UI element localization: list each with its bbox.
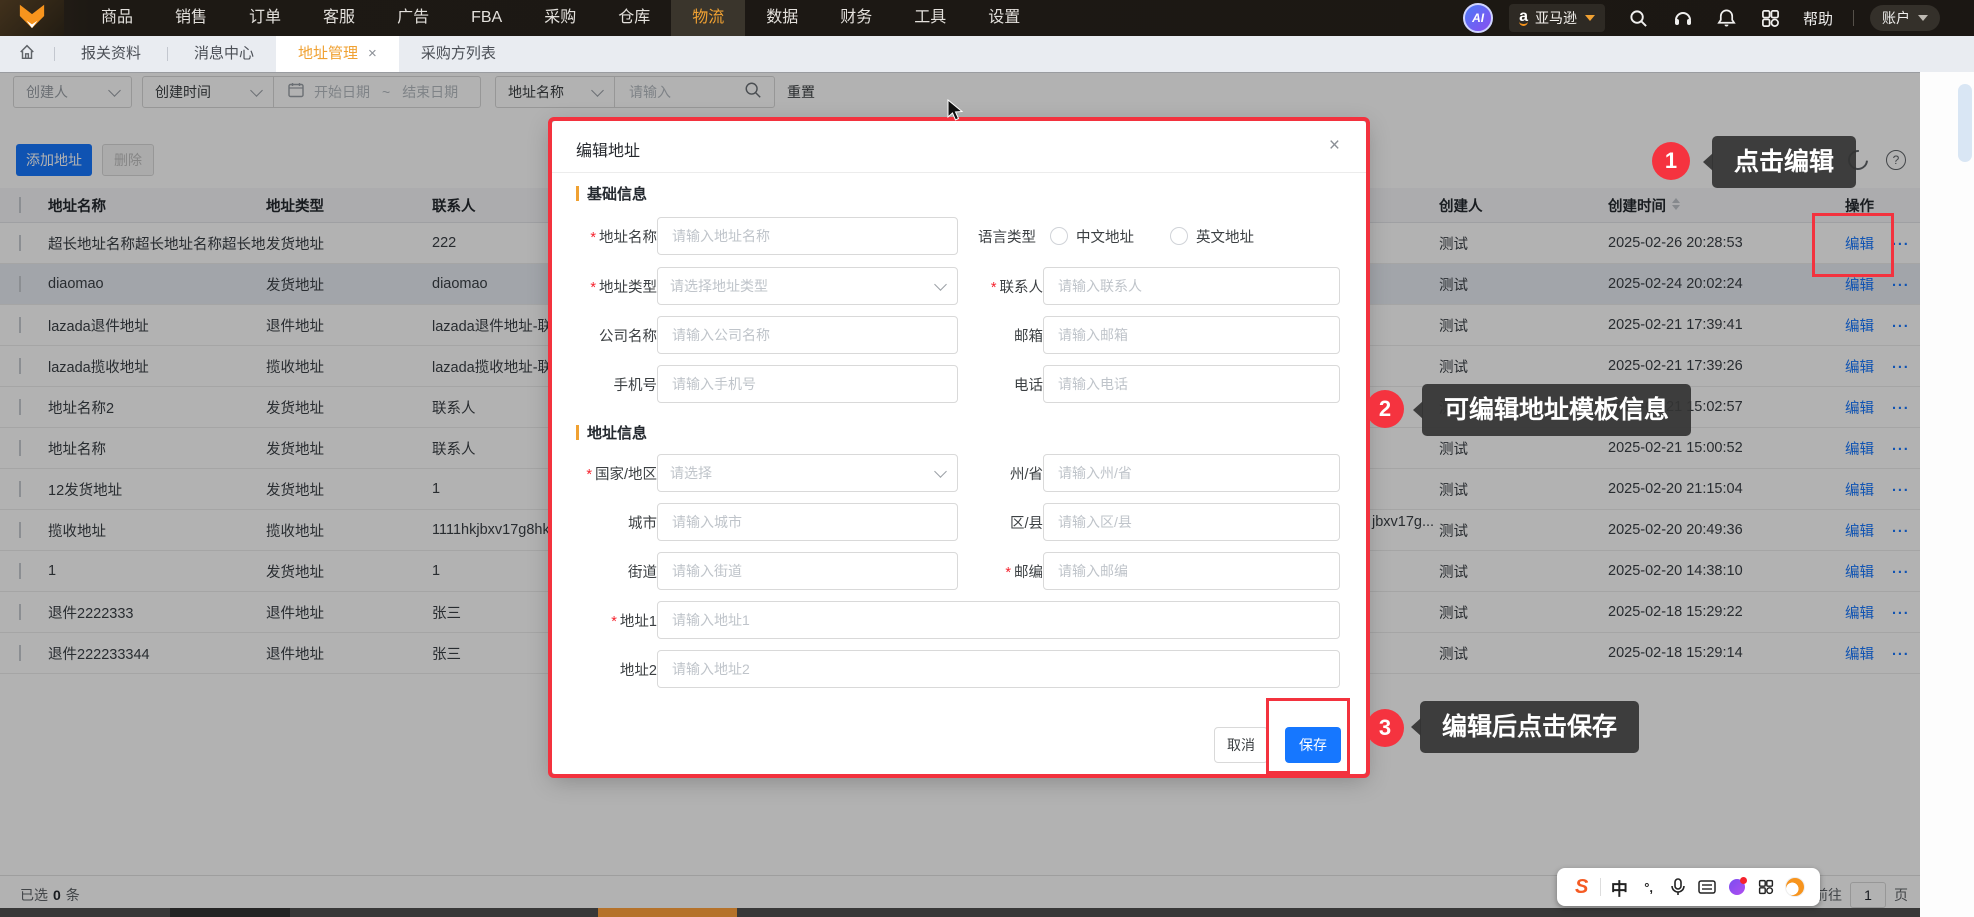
nav-item[interactable]: 采购 <box>523 0 597 36</box>
sogou-mascot-icon[interactable] <box>1784 876 1806 898</box>
search-icon[interactable] <box>1629 8 1649 28</box>
taskbar-segment <box>170 908 290 917</box>
account-menu[interactable]: 账户 <box>1870 5 1940 31</box>
nav-right-cluster: AI a 亚马逊 帮助 账户 <box>1463 0 1974 36</box>
nav-item-label: 工具 <box>914 9 947 26</box>
nav-item[interactable]: 设置 <box>967 0 1041 36</box>
store-selector[interactable]: a 亚马逊 <box>1509 4 1605 32</box>
microphone-icon[interactable] <box>1667 876 1689 898</box>
tab-bar: 报关资料 消息中心 地址管理 × 采购方列表 <box>0 36 1974 73</box>
nav-divider <box>1853 10 1854 26</box>
keyboard-icon[interactable] <box>1696 876 1718 898</box>
tab-customs-data[interactable]: 报关资料 <box>59 36 163 72</box>
chinese-mode-icon[interactable]: 中 <box>1608 876 1630 899</box>
annotation-step3-tooltip: 编辑后点击保存 <box>1410 701 1640 753</box>
nav-item[interactable]: 数据 <box>745 0 819 36</box>
scrollbar-thumb[interactable] <box>1958 84 1972 162</box>
skin-icon[interactable] <box>1726 876 1748 898</box>
store-selector-label: 亚马逊 <box>1534 10 1577 26</box>
nav-item-label: 客服 <box>323 9 356 26</box>
tab-address-management[interactable]: 地址管理 × <box>276 36 399 72</box>
close-tab-icon[interactable]: × <box>368 36 377 72</box>
scrollbar-track[interactable] <box>1920 72 1974 917</box>
bell-icon[interactable] <box>1717 8 1737 28</box>
app-logo[interactable] <box>0 0 64 36</box>
nav-item[interactable]: 仓库 <box>597 0 671 36</box>
toolbox-grid-icon[interactable] <box>1755 876 1777 898</box>
taskbar-segment-orange <box>598 908 737 917</box>
nav-item[interactable]: 商品 <box>80 0 154 36</box>
annotation-step2-circle: 2 <box>1366 390 1404 428</box>
nav-item-label: 销售 <box>175 9 208 26</box>
nav-item-label: 采购 <box>544 9 577 26</box>
tab-message-center[interactable]: 消息中心 <box>172 36 276 72</box>
nav-item-label: 商品 <box>101 9 134 26</box>
nav-item[interactable]: 财务 <box>819 0 893 36</box>
ime-toolbar: S 中 °, <box>1557 868 1820 906</box>
annotation-step1-tooltip: 点击编辑 <box>1702 136 1857 188</box>
nav-item-label: 订单 <box>249 9 282 26</box>
account-label: 账户 <box>1882 10 1910 26</box>
nav-item[interactable]: 工具 <box>893 0 967 36</box>
tab-divider <box>167 47 169 61</box>
annotation-step3-circle: 3 <box>1366 709 1404 747</box>
ai-assistant-button[interactable]: AI <box>1463 3 1494 33</box>
main-menu: 商品 销售 订单 客服 广告 FBA 采购 仓库 物流 数据 财务 工具 设置 <box>80 0 1041 36</box>
punctuation-mode-icon[interactable]: °, <box>1638 876 1660 898</box>
nav-item-label: FBA <box>471 9 503 26</box>
nav-item[interactable]: FBA <box>450 0 523 36</box>
chevron-down-icon <box>1918 15 1928 21</box>
divider <box>1599 878 1601 896</box>
nav-item-label: 广告 <box>397 9 430 26</box>
nav-item[interactable]: 物流 <box>671 0 746 36</box>
nav-item-label: 财务 <box>840 9 873 26</box>
annotation-step2-tooltip: 可编辑地址模板信息 <box>1412 384 1692 436</box>
annotation-step1-circle: 1 <box>1652 142 1690 180</box>
sogou-logo-icon[interactable]: S <box>1571 876 1593 898</box>
nav-item[interactable]: 销售 <box>154 0 228 36</box>
apps-grid-icon[interactable] <box>1761 8 1781 28</box>
tab-divider <box>54 47 55 61</box>
annotation-rect-save <box>1266 698 1350 774</box>
nav-item-label: 物流 <box>692 9 725 26</box>
nav-item[interactable]: 广告 <box>376 0 450 36</box>
amazon-logo-icon: a <box>1519 8 1528 26</box>
home-icon[interactable] <box>18 43 36 66</box>
nav-item-label: 数据 <box>766 9 799 26</box>
mouse-cursor-icon <box>946 98 968 128</box>
tab-label: 地址管理 <box>298 45 359 62</box>
help-link[interactable]: 帮助 <box>1803 8 1833 29</box>
app-window: 商品 销售 订单 客服 广告 FBA 采购 仓库 物流 数据 财务 工具 设置 … <box>0 0 1974 917</box>
annotation-rect-edit <box>1812 213 1894 277</box>
annotation-modal-frame <box>548 117 1370 778</box>
nav-item[interactable]: 客服 <box>302 0 376 36</box>
nav-item-label: 设置 <box>988 9 1021 26</box>
chevron-down-icon <box>1584 15 1595 21</box>
taskbar <box>0 908 1974 917</box>
tab-purchaser-list[interactable]: 采购方列表 <box>399 36 518 72</box>
headset-icon[interactable] <box>1673 8 1693 28</box>
top-nav: 商品 销售 订单 客服 广告 FBA 采购 仓库 物流 数据 财务 工具 设置 … <box>0 0 1974 36</box>
nav-item-label: 仓库 <box>618 9 651 26</box>
fox-logo-icon <box>16 2 48 35</box>
nav-item[interactable]: 订单 <box>228 0 302 36</box>
